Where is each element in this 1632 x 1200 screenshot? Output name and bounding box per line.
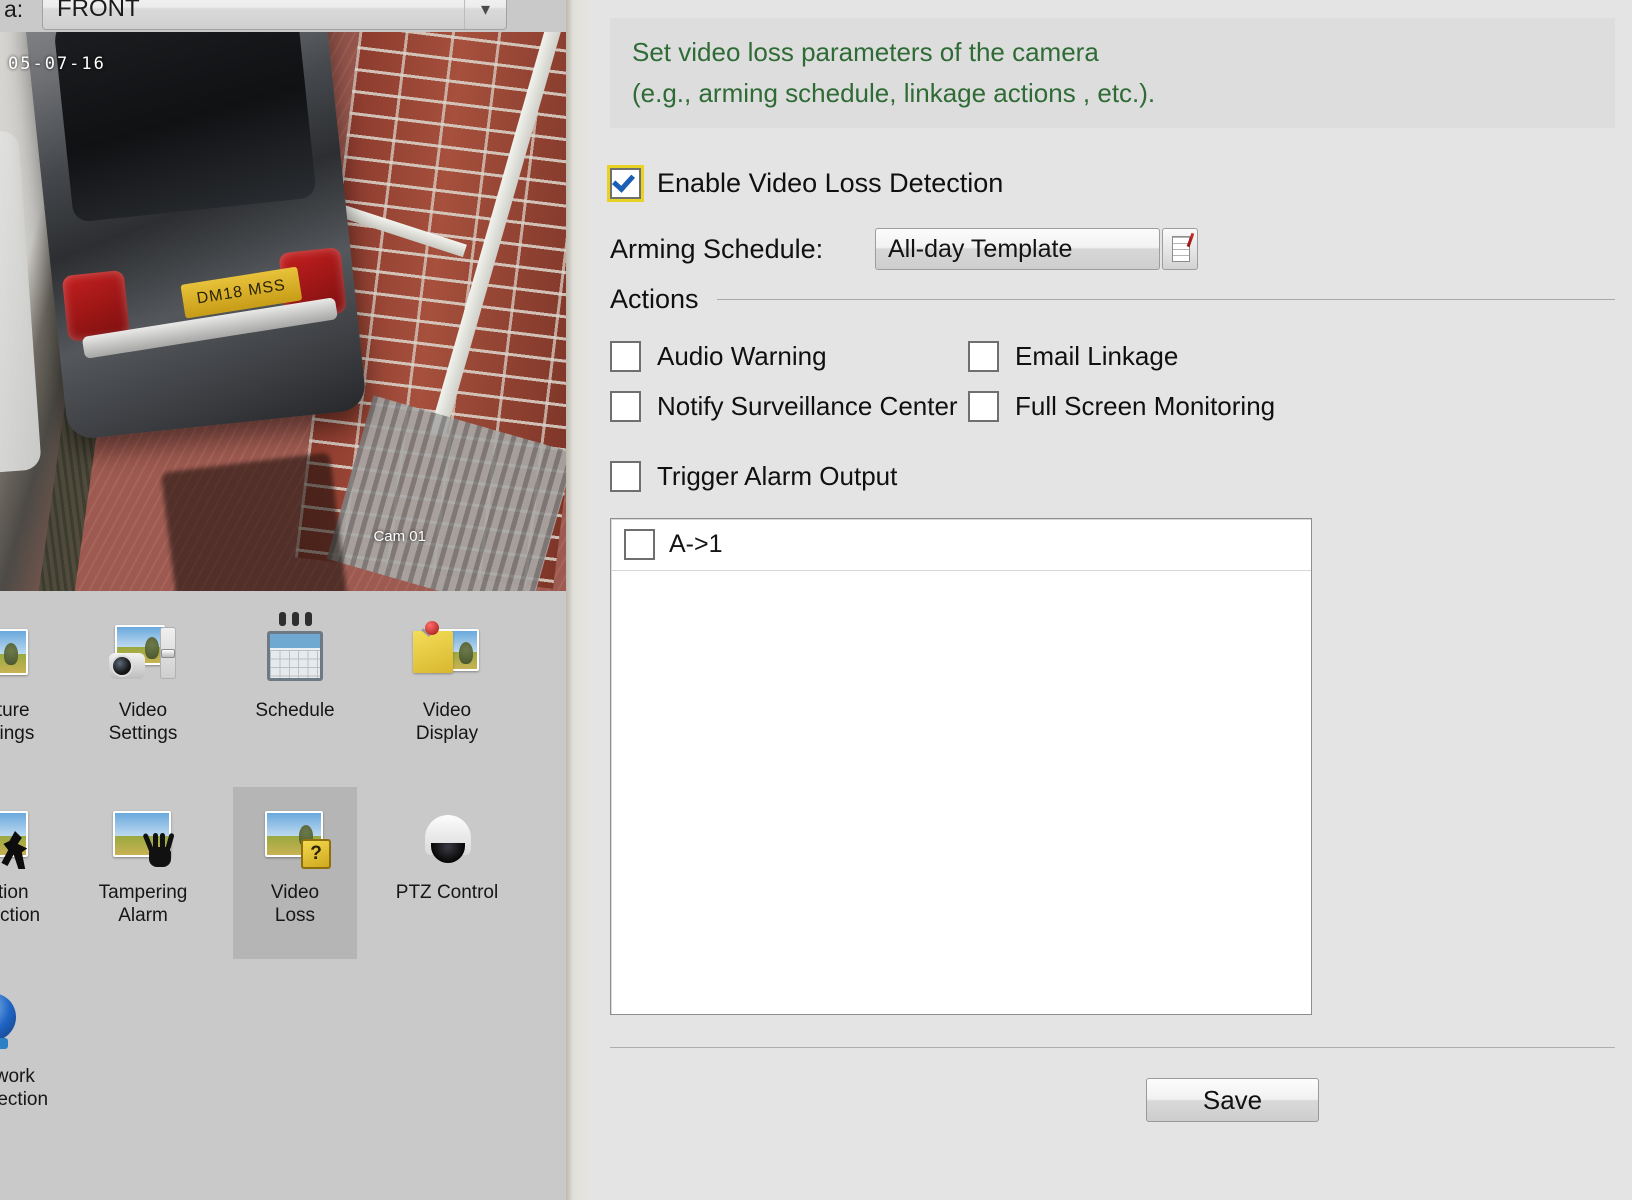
sidebar-item-label: Video Display: [416, 699, 478, 757]
arming-schedule-field[interactable]: All-day Template: [875, 228, 1160, 270]
sidebar-item-tampering-alarm[interactable]: Tampering Alarm: [81, 787, 205, 939]
video-car: DM18 MSS: [21, 32, 367, 440]
trigger-alarm-output-checkbox[interactable]: [610, 461, 641, 492]
video-loss-settings-panel: Set video loss parameters of the camera …: [590, 0, 1632, 1200]
footer-divider: [610, 1047, 1615, 1048]
sidebar-item-label: PTZ Control: [396, 881, 498, 916]
camera-selector-label: a:: [4, 0, 34, 23]
video-camera-name-overlay: Cam 01: [373, 528, 426, 545]
save-button[interactable]: Save: [1146, 1078, 1319, 1122]
video-loss-icon: ?: [259, 799, 331, 871]
sidebar-item-picture-settings[interactable]: Picture Settings: [0, 605, 62, 757]
alarm-output-label: A->1: [669, 530, 723, 559]
ptz-control-icon: [411, 799, 483, 871]
sidebar-item-schedule[interactable]: Schedule: [233, 605, 357, 734]
hint-line-2: (e.g., arming schedule, linkage actions …: [632, 73, 1593, 114]
sidebar-item-label: Schedule: [255, 699, 334, 734]
sidebar-item-video-settings[interactable]: Video Settings: [81, 605, 205, 757]
hint-line-1: Set video loss parameters of the camera: [632, 32, 1593, 73]
email-linkage-checkbox[interactable]: [968, 341, 999, 372]
alarm-output-checkbox[interactable]: [624, 529, 655, 560]
list-item[interactable]: A->1: [611, 519, 1311, 571]
chevron-down-icon[interactable]: ▾: [464, 0, 506, 29]
audio-warning-checkbox[interactable]: [610, 341, 641, 372]
action-notify-surveillance-center[interactable]: Notify Surveillance Center: [610, 391, 958, 422]
camera-select[interactable]: FRONT ▾: [42, 0, 507, 30]
sidebar-item-label: Network Connection: [0, 1065, 48, 1123]
full-screen-monitoring-label: Full Screen Monitoring: [1015, 391, 1275, 422]
network-connection-icon: [0, 983, 36, 1055]
panel-divider: [566, 0, 590, 1200]
sidebar-item-video-display[interactable]: Video Display: [385, 605, 509, 757]
video-preview[interactable]: DM18 MSS 05-07-16 Cam 01: [0, 32, 566, 591]
camera-select-value: FRONT: [43, 0, 140, 23]
arming-schedule-value: All-day Template: [876, 235, 1072, 264]
arming-schedule-label: Arming Schedule:: [610, 234, 875, 265]
schedule-calendar-icon: [259, 617, 331, 689]
notify-surveillance-center-label: Notify Surveillance Center: [657, 391, 958, 422]
actions-divider: [717, 299, 1615, 300]
action-email-linkage[interactable]: Email Linkage: [968, 341, 1178, 372]
check-icon: [612, 169, 635, 193]
sidebar-item-label: Video Loss: [271, 881, 319, 939]
action-audio-warning[interactable]: Audio Warning: [610, 341, 827, 372]
video-loss-settings-screen: a: FRONT ▾ DM18 MSS 05-07-16: [0, 0, 1632, 1200]
audio-warning-label: Audio Warning: [657, 341, 827, 372]
left-panel: a: FRONT ▾ DM18 MSS 05-07-16: [0, 0, 566, 1200]
notify-surveillance-center-checkbox[interactable]: [610, 391, 641, 422]
sidebar-item-label: Motion Detection: [0, 881, 40, 939]
video-display-icon: [411, 617, 483, 689]
arming-schedule-row: Arming Schedule: All-day Template: [610, 228, 1198, 270]
settings-icon-grid: Picture Settings Video Settings Schedule: [0, 591, 566, 1200]
video-timestamp-overlay: 05-07-16: [8, 54, 106, 74]
video-settings-icon: [107, 617, 179, 689]
motion-detection-icon: [0, 799, 36, 871]
video-car-shadow: [161, 452, 349, 591]
action-trigger-alarm-output[interactable]: Trigger Alarm Output: [610, 461, 897, 492]
picture-settings-icon: [0, 617, 36, 689]
sidebar-item-label: Tampering Alarm: [99, 881, 188, 939]
alarm-output-list[interactable]: A->1: [610, 518, 1312, 1015]
actions-section-header: Actions: [610, 284, 1615, 315]
trigger-alarm-output-label: Trigger Alarm Output: [657, 461, 897, 492]
sidebar-item-label: Video Settings: [109, 699, 178, 757]
actions-title: Actions: [610, 284, 699, 315]
enable-video-loss-label: Enable Video Loss Detection: [657, 168, 1003, 199]
schedule-edit-icon[interactable]: [1162, 228, 1198, 270]
enable-video-loss-row[interactable]: Enable Video Loss Detection: [610, 168, 1003, 199]
camera-selector-row: a: FRONT ▾: [0, 0, 566, 32]
sidebar-item-video-loss[interactable]: ? Video Loss: [233, 787, 357, 959]
action-full-screen-monitoring[interactable]: Full Screen Monitoring: [968, 391, 1275, 422]
sidebar-item-network-connection[interactable]: Network Connection: [0, 971, 62, 1123]
enable-video-loss-checkbox[interactable]: [610, 168, 641, 199]
tampering-alarm-icon: [107, 799, 179, 871]
sidebar-item-motion-detection[interactable]: Motion Detection: [0, 787, 62, 939]
sidebar-item-label: Picture Settings: [0, 699, 34, 757]
full-screen-monitoring-checkbox[interactable]: [968, 391, 999, 422]
sidebar-item-ptz-control[interactable]: PTZ Control: [385, 787, 509, 916]
hint-box: Set video loss parameters of the camera …: [610, 18, 1615, 128]
email-linkage-label: Email Linkage: [1015, 341, 1178, 372]
